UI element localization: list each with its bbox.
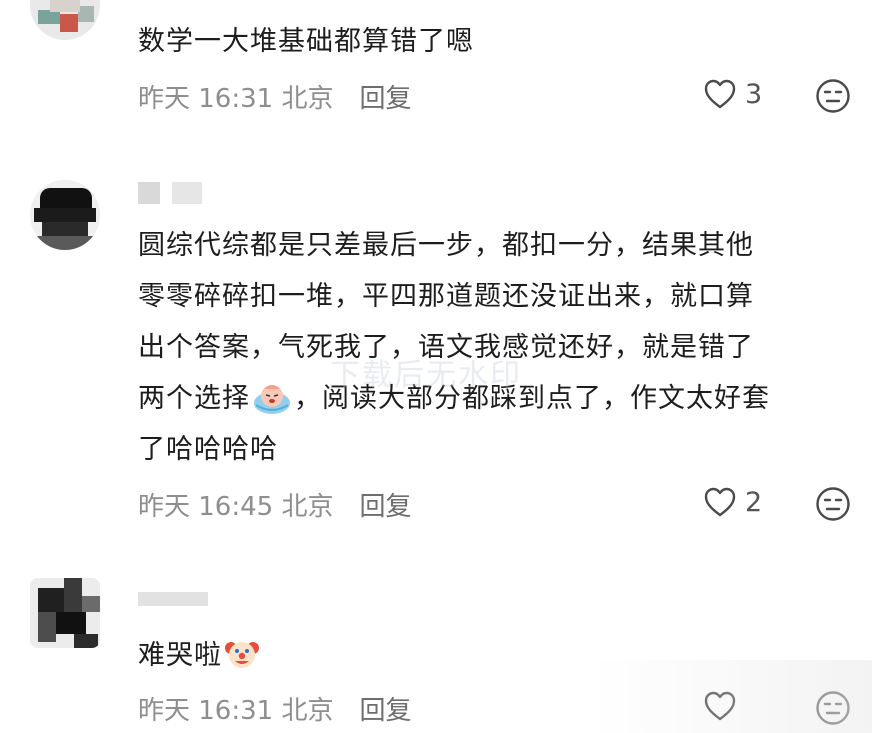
like-count: 3 bbox=[745, 78, 763, 110]
heart-icon bbox=[704, 487, 736, 517]
like-button[interactable]: 2 bbox=[703, 486, 762, 518]
dislike-button[interactable] bbox=[815, 486, 851, 526]
comment-text-line: 圆综代综都是只差最后一步，都扣一分，结果其他 bbox=[138, 230, 754, 261]
avatar[interactable] bbox=[30, 0, 100, 40]
comment-text: 数学一大堆基础都算错了嗯 bbox=[138, 26, 474, 57]
dislike-face-icon bbox=[816, 79, 850, 113]
like-count: 2 bbox=[745, 486, 763, 518]
comment-meta: 昨天 16:45 北京 回复 bbox=[138, 486, 411, 523]
reply-button[interactable]: 回复 bbox=[359, 696, 411, 726]
clown-emoji bbox=[225, 642, 259, 668]
like-button[interactable]: 3 bbox=[703, 78, 762, 110]
avatar[interactable] bbox=[30, 180, 100, 250]
heart-icon bbox=[704, 79, 736, 109]
comment-text-line: 了哈哈哈哈 bbox=[138, 434, 278, 465]
comment-time: 昨天 16:31 北京 bbox=[138, 84, 334, 114]
comment-text-line: 零零碎碎扣一堆，平四那道题还没证出来，就口算 bbox=[138, 281, 754, 312]
comment-meta: 昨天 16:31 北京 回复 bbox=[138, 78, 411, 115]
comment-meta: 昨天 16:31 北京 回复 bbox=[138, 690, 411, 727]
comment-time: 昨天 16:31 北京 bbox=[138, 696, 334, 726]
crying-laughing-emoji bbox=[254, 385, 290, 414]
dislike-button[interactable] bbox=[815, 78, 851, 118]
reply-button[interactable]: 回复 bbox=[359, 492, 411, 522]
reply-button[interactable]: 回复 bbox=[359, 84, 411, 114]
comment-time: 昨天 16:45 北京 bbox=[138, 492, 334, 522]
comment-text: 圆综代综都是只差最后一步，都扣一分，结果其他 零零碎碎扣一堆，平四那道题还没证出… bbox=[138, 220, 858, 475]
watermark: 下载后无水印 bbox=[330, 358, 522, 393]
corner-fade bbox=[590, 660, 872, 733]
dislike-face-icon bbox=[816, 487, 850, 521]
avatar[interactable] bbox=[30, 578, 100, 648]
